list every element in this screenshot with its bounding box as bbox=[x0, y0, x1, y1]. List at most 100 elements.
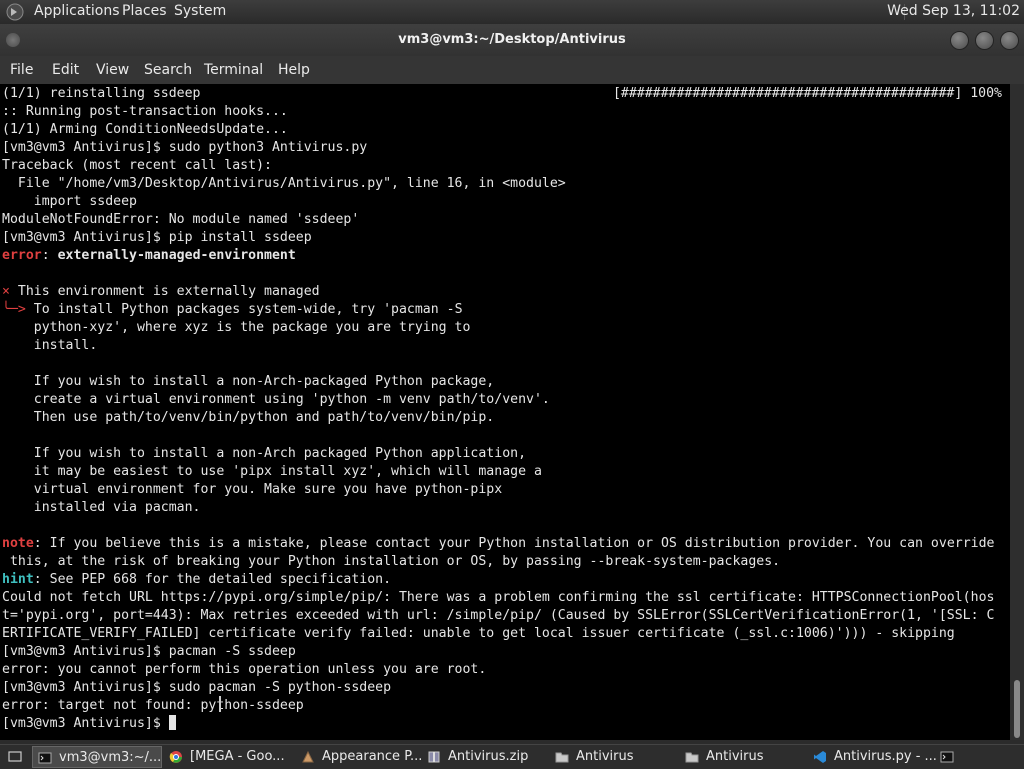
terminal-line: import ssdeep bbox=[2, 194, 137, 209]
terminal-menubar: File Edit View Search Terminal Help bbox=[0, 56, 1024, 84]
show-desktop-button[interactable] bbox=[2, 746, 28, 768]
terminal-segment: hint bbox=[2, 572, 34, 587]
terminal-line: ╰─> To install Python packages system-wi… bbox=[2, 302, 463, 317]
terminal-segment: this, at the risk of breaking your Pytho… bbox=[2, 554, 781, 569]
terminal-line: Traceback (most recent call last): bbox=[2, 158, 272, 173]
terminal-segment: : If you believe this is a mistake, plea… bbox=[33, 536, 995, 551]
clock[interactable]: Wed Sep 13, 11:02 bbox=[887, 3, 1020, 19]
terminal-segment: [vm3@vm3 Antivirus]$ pip install ssdeep bbox=[2, 230, 312, 245]
terminal-segment: import ssdeep bbox=[2, 194, 137, 209]
folder-icon bbox=[555, 752, 569, 763]
terminal-line: [vm3@vm3 Antivirus]$ sudo pacman -S pyth… bbox=[2, 680, 391, 695]
minimize-button[interactable] bbox=[950, 31, 969, 50]
terminal-segment: error: target not found: python-ssdeep bbox=[2, 698, 304, 713]
terminal-line: error: target not found: python-ssdeep bbox=[2, 698, 304, 713]
terminal-line: [vm3@vm3 Antivirus]$ pip install ssdeep bbox=[2, 230, 312, 245]
terminal-line: hint: See PEP 668 for the detailed speci… bbox=[2, 572, 391, 587]
terminal-segment: ModuleNotFoundError: No module named 'ss… bbox=[2, 212, 360, 227]
terminal-line: python-xyz', where xyz is the package yo… bbox=[2, 320, 471, 335]
terminal-segment: : See PEP 668 for the detailed specifica… bbox=[33, 572, 392, 587]
menu-search[interactable]: Search bbox=[144, 62, 192, 78]
terminal-line: If you wish to install a non-Arch packag… bbox=[2, 446, 526, 461]
window-title: vm3@vm3:~/Desktop/Antivirus bbox=[398, 32, 626, 47]
menu-view[interactable]: View bbox=[96, 62, 129, 78]
taskbar-item-label: vm3@vm3:~/... bbox=[59, 750, 162, 765]
terminal-line: install. bbox=[2, 338, 98, 353]
terminal-line: installed via pacman. bbox=[2, 500, 201, 515]
terminal-line: :: Running post-transaction hooks... bbox=[2, 104, 288, 119]
terminal-icon bbox=[940, 751, 954, 763]
terminal-line: this, at the risk of breaking your Pytho… bbox=[2, 554, 780, 569]
taskbar-item-label: Antivirus bbox=[706, 749, 764, 764]
tray-terminal-button[interactable] bbox=[934, 746, 960, 768]
terminal-segment: File "/home/vm3/Desktop/Antivirus/Antivi… bbox=[2, 176, 566, 191]
applications-menu[interactable]: Applications bbox=[34, 3, 120, 19]
taskbar-item-label: [MEGA - Goo... bbox=[190, 749, 285, 764]
terminal-segment: [vm3@vm3 Antivirus]$ sudo python3 Antivi… bbox=[2, 140, 368, 155]
archive-icon bbox=[428, 751, 440, 763]
show-desktop-icon bbox=[8, 751, 22, 762]
terminal-line: File "/home/vm3/Desktop/Antivirus/Antivi… bbox=[2, 176, 566, 191]
terminal-line: error: externally-managed-environment bbox=[2, 248, 296, 263]
terminal-text: (1/1) reinstalling ssdeep :: Running pos… bbox=[2, 85, 994, 733]
scrollbar-thumb[interactable] bbox=[1014, 680, 1020, 738]
terminal-line: (1/1) Arming ConditionNeedsUpdate... bbox=[2, 122, 288, 137]
progress-bar-text: [#######################################… bbox=[612, 86, 1002, 101]
window-titlebar[interactable]: vm3@vm3:~/Desktop/Antivirus bbox=[0, 24, 1024, 56]
terminal-segment: [vm3@vm3 Antivirus]$ pacman -S ssdeep bbox=[2, 644, 296, 659]
terminal-line: [vm3@vm3 Antivirus]$ bbox=[2, 715, 176, 731]
terminal-line: [vm3@vm3 Antivirus]$ pacman -S ssdeep bbox=[2, 644, 296, 659]
places-menu[interactable]: Places bbox=[122, 3, 167, 19]
system-menu[interactable]: System bbox=[174, 3, 226, 19]
terminal-line: (1/1) reinstalling ssdeep bbox=[2, 86, 201, 101]
terminal-scrollbar[interactable] bbox=[1010, 84, 1024, 740]
menu-help[interactable]: Help bbox=[278, 62, 310, 78]
terminal-segment: ERTIFICATE_VERIFY_FAILED] certificate ve… bbox=[2, 626, 955, 641]
taskbar-item[interactable]: [MEGA - Goo... bbox=[164, 746, 318, 768]
terminal-segment: This environment is externally managed bbox=[9, 284, 320, 299]
terminal-line: [vm3@vm3 Antivirus]$ sudo python3 Antivi… bbox=[2, 140, 367, 155]
taskbar-item[interactable]: vm3@vm3:~/... bbox=[32, 746, 162, 768]
terminal-segment: Traceback (most recent call last): bbox=[2, 158, 272, 173]
text-cursor-pointer bbox=[219, 696, 221, 712]
terminal-segment: install. bbox=[2, 338, 98, 353]
terminal-segment: If you wish to install a non-Arch packag… bbox=[2, 446, 527, 461]
terminal-segment: × bbox=[2, 284, 10, 299]
terminal-segment: :: Running post-transaction hooks... bbox=[2, 104, 288, 119]
terminal-segment: If you wish to install a non-Arch-packag… bbox=[2, 374, 495, 389]
terminal-line: If you wish to install a non-Arch-packag… bbox=[2, 374, 495, 389]
terminal-segment: : bbox=[41, 248, 58, 263]
maximize-button[interactable] bbox=[975, 31, 994, 50]
terminal-segment: Could not fetch URL https://pypi.org/sim… bbox=[2, 590, 995, 605]
terminal-segment: create a virtual environment using 'pyth… bbox=[2, 392, 550, 407]
taskbar-item-label: Appearance P... bbox=[322, 749, 423, 764]
menu-file[interactable]: File bbox=[10, 62, 33, 78]
terminal-line: note: If you believe this is a mistake, … bbox=[2, 536, 994, 551]
terminal-segment: Then use path/to/venv/bin/python and pat… bbox=[2, 410, 495, 425]
terminal-segment: error bbox=[2, 248, 42, 263]
terminal-line: Then use path/to/venv/bin/python and pat… bbox=[2, 410, 495, 425]
terminal-cursor bbox=[168, 715, 176, 730]
vscode-icon bbox=[814, 751, 826, 763]
terminal-line: ModuleNotFoundError: No module named 'ss… bbox=[2, 212, 359, 227]
terminal-segment: [vm3@vm3 Antivirus]$ sudo pacman -S pyth… bbox=[2, 680, 392, 695]
terminal-line: create a virtual environment using 'pyth… bbox=[2, 392, 550, 407]
chrome-icon bbox=[169, 751, 182, 763]
terminal-segment: installed via pacman. bbox=[2, 500, 201, 515]
menu-edit[interactable]: Edit bbox=[52, 62, 79, 78]
terminal-segment: (1/1) reinstalling ssdeep bbox=[2, 86, 201, 101]
menu-terminal[interactable]: Terminal bbox=[204, 62, 263, 78]
terminal-segment: [vm3@vm3 Antivirus]$ bbox=[2, 716, 169, 731]
terminal-output[interactable]: (1/1) reinstalling ssdeep :: Running pos… bbox=[0, 84, 1010, 740]
terminal-icon bbox=[38, 752, 52, 764]
appearance-icon bbox=[302, 750, 314, 763]
distro-logo-icon[interactable] bbox=[6, 3, 24, 21]
folder-icon bbox=[685, 752, 699, 763]
terminal-line: t='pypi.org', port=443): Max retries exc… bbox=[2, 608, 994, 623]
terminal-segment: note bbox=[2, 536, 34, 551]
terminal-line: virtual environment for you. Make sure y… bbox=[2, 482, 502, 497]
close-button[interactable] bbox=[1000, 31, 1019, 50]
terminal-segment: ╰─> bbox=[2, 302, 26, 317]
terminal-segment: t='pypi.org', port=443): Max retries exc… bbox=[2, 608, 995, 623]
terminal-segment: it may be easiest to use 'pipx install x… bbox=[2, 464, 542, 479]
